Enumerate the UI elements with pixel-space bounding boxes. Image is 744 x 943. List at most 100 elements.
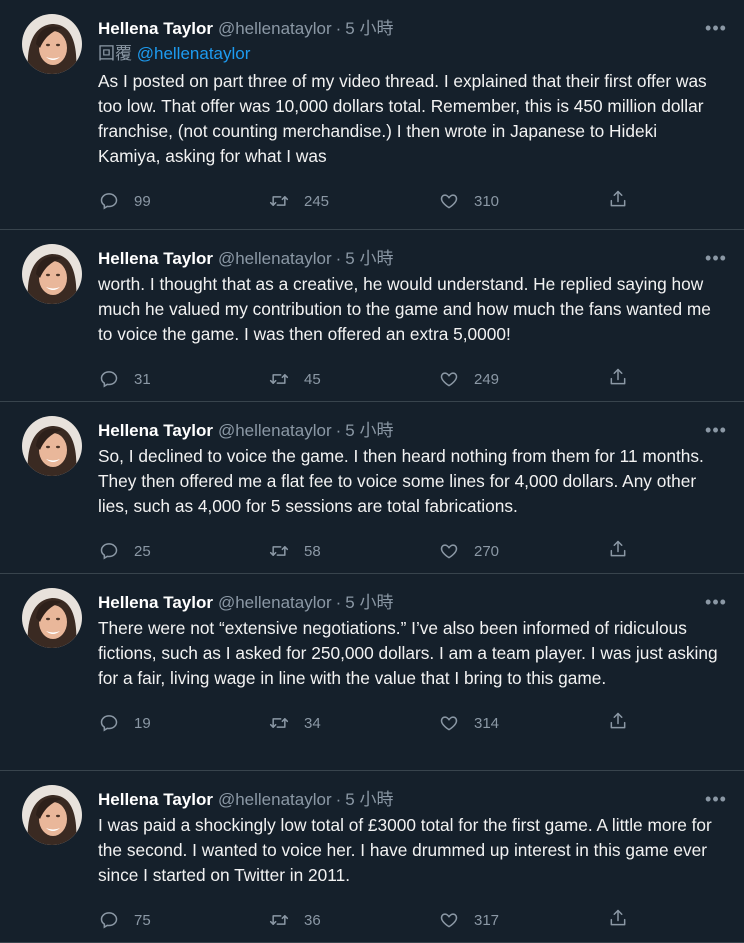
tweet-text: So, I declined to voice the game. I then… — [98, 446, 704, 516]
tweet-timestamp[interactable]: 5 小時 — [345, 593, 393, 613]
like-count: 270 — [474, 542, 500, 560]
share-button[interactable] — [608, 189, 628, 213]
author-name[interactable]: Hellena Taylor — [98, 249, 213, 269]
author-handle[interactable]: @hellenataylor — [218, 790, 332, 810]
more-options-icon[interactable]: ••• — [704, 246, 728, 270]
tweet-thread: Hellena Taylor @hellenataylor · 5 小時 ••• 回覆 @… — [0, 0, 744, 943]
like-button[interactable]: 314 — [438, 712, 608, 734]
tweet-header: Hellena Taylor @hellenataylor · 5 小時 — [98, 0, 728, 39]
share-icon — [608, 711, 628, 735]
author-name[interactable]: Hellena Taylor — [98, 19, 213, 39]
reply-icon — [98, 540, 120, 562]
separator-dot: · — [335, 790, 342, 809]
retweet-button[interactable]: 58 — [268, 540, 438, 562]
like-button[interactable]: 317 — [438, 909, 608, 931]
tweet-header: Hellena Taylor @hellenataylor · 5 小時 — [98, 574, 728, 613]
replying-to: 回覆 @hellenataylor — [98, 42, 728, 66]
retweet-button[interactable]: 245 — [268, 190, 438, 212]
tweet-text: I was paid a shockingly low total of £30… — [98, 815, 712, 885]
retweet-count: 36 — [304, 911, 321, 929]
tweet[interactable]: Hellena Taylor @hellenataylor · 5 小時 ••• 回覆 @… — [0, 0, 744, 230]
tweet-actions: 19 34 314 — [98, 711, 728, 735]
retweet-count: 58 — [304, 542, 321, 560]
tweet[interactable]: Hellena Taylor @hellenataylor · 5 小時 ••• So, … — [0, 402, 744, 574]
retweet-icon — [268, 540, 290, 562]
reply-button[interactable]: 19 — [98, 712, 268, 734]
retweet-icon — [268, 190, 290, 212]
tweet-actions: 75 36 317 — [98, 908, 728, 932]
separator-dot: · — [335, 19, 342, 38]
more-options-icon[interactable]: ••• — [704, 418, 728, 442]
avatar[interactable] — [22, 785, 82, 845]
retweet-button[interactable]: 34 — [268, 712, 438, 734]
reply-icon — [98, 909, 120, 931]
like-button[interactable]: 310 — [438, 190, 608, 212]
author-handle[interactable]: @hellenataylor — [218, 249, 332, 269]
tweet-text: As I posted on part three of my video th… — [98, 71, 707, 166]
like-heart-icon — [438, 712, 460, 734]
like-count: 249 — [474, 370, 500, 388]
more-options-icon[interactable]: ••• — [704, 590, 728, 614]
share-icon — [608, 908, 628, 932]
tweet-text: worth. I thought that as a creative, he … — [98, 274, 711, 344]
like-count: 317 — [474, 911, 500, 929]
author-name[interactable]: Hellena Taylor — [98, 593, 213, 613]
reply-button[interactable]: 25 — [98, 540, 268, 562]
tweet-timestamp[interactable]: 5 小時 — [345, 421, 393, 441]
reply-button[interactable]: 75 — [98, 909, 268, 931]
avatar[interactable] — [22, 416, 82, 476]
reply-count: 19 — [134, 714, 151, 732]
reply-icon — [98, 190, 120, 212]
retweet-count: 245 — [304, 192, 330, 210]
reply-count: 25 — [134, 542, 151, 560]
retweet-button[interactable]: 36 — [268, 909, 438, 931]
tweet[interactable]: Hellena Taylor @hellenataylor · 5 小時 ••• I wa… — [0, 771, 744, 943]
more-options-icon[interactable]: ••• — [704, 16, 728, 40]
like-button[interactable]: 270 — [438, 540, 608, 562]
separator-dot: · — [335, 421, 342, 440]
tweet-text: There were not “extensive negotiations.”… — [98, 618, 718, 688]
share-button[interactable] — [608, 539, 628, 563]
tweet-timestamp[interactable]: 5 小時 — [345, 790, 393, 810]
avatar[interactable] — [22, 244, 82, 304]
reply-label: 回覆 — [98, 44, 132, 63]
tweet[interactable]: Hellena Taylor @hellenataylor · 5 小時 ••• wort… — [0, 230, 744, 402]
retweet-icon — [268, 368, 290, 390]
author-handle[interactable]: @hellenataylor — [218, 19, 332, 39]
reply-mention-link[interactable]: @hellenataylor — [137, 44, 251, 63]
separator-dot: · — [335, 593, 342, 612]
reply-button[interactable]: 99 — [98, 190, 268, 212]
more-options-icon[interactable]: ••• — [704, 787, 728, 811]
separator-dot: · — [335, 249, 342, 268]
avatar[interactable] — [22, 14, 82, 74]
share-button[interactable] — [608, 711, 628, 735]
author-handle[interactable]: @hellenataylor — [218, 593, 332, 613]
like-heart-icon — [438, 368, 460, 390]
like-count: 314 — [474, 714, 500, 732]
reply-icon — [98, 368, 120, 390]
tweet-header: Hellena Taylor @hellenataylor · 5 小時 — [98, 771, 728, 810]
tweet-actions: 25 58 270 — [98, 539, 728, 563]
avatar[interactable] — [22, 588, 82, 648]
author-handle[interactable]: @hellenataylor — [218, 421, 332, 441]
tweet-timestamp[interactable]: 5 小時 — [345, 249, 393, 269]
tweet-actions: 31 45 249 — [98, 367, 728, 391]
reply-button[interactable]: 31 — [98, 368, 268, 390]
author-name[interactable]: Hellena Taylor — [98, 790, 213, 810]
like-button[interactable]: 249 — [438, 368, 608, 390]
like-heart-icon — [438, 540, 460, 562]
like-count: 310 — [474, 192, 500, 210]
reply-count: 99 — [134, 192, 151, 210]
share-icon — [608, 189, 628, 213]
author-name[interactable]: Hellena Taylor — [98, 421, 213, 441]
tweet[interactable]: Hellena Taylor @hellenataylor · 5 小時 ••• Ther… — [0, 574, 744, 771]
retweet-icon — [268, 909, 290, 931]
tweet-header: Hellena Taylor @hellenataylor · 5 小時 — [98, 230, 728, 269]
retweet-icon — [268, 712, 290, 734]
like-heart-icon — [438, 190, 460, 212]
tweet-timestamp[interactable]: 5 小時 — [345, 19, 393, 39]
share-button[interactable] — [608, 908, 628, 932]
share-icon — [608, 367, 628, 391]
share-button[interactable] — [608, 367, 628, 391]
retweet-button[interactable]: 45 — [268, 368, 438, 390]
